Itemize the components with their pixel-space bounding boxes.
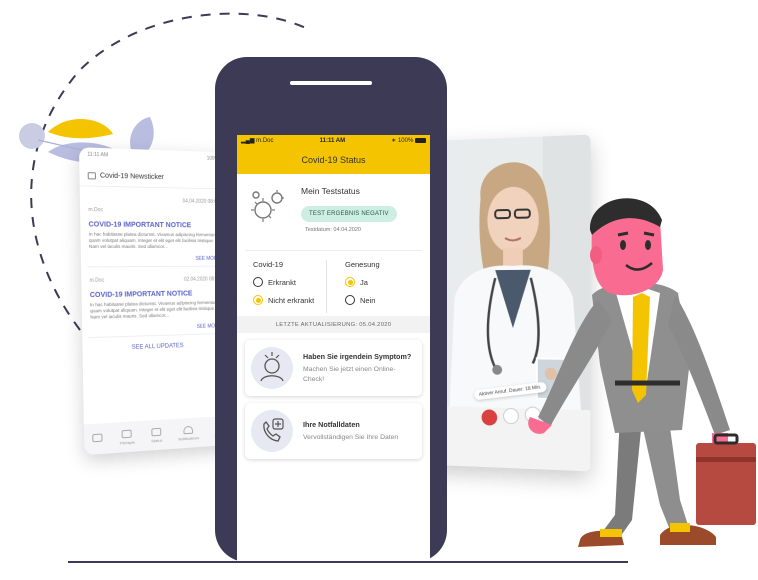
news-date: 04.04.2020 bbox=[182, 198, 207, 205]
tab-therapie[interactable]: Therapie bbox=[119, 429, 135, 445]
news-headline[interactable]: COVID-19 IMPORTANT NOTICE bbox=[90, 290, 221, 299]
news-tab-bar: Therapie Status Notifications •••Mehr bbox=[83, 415, 231, 456]
businessman-illustration bbox=[528, 198, 756, 547]
bluetooth-icon: ∗ bbox=[391, 138, 398, 144]
see-all-updates-link[interactable]: SEE ALL UPDATES bbox=[82, 342, 229, 353]
cloud-icon bbox=[151, 427, 162, 436]
home-indicator bbox=[290, 512, 372, 516]
news-body: In hac habitasse platea dictumst. Vivamu… bbox=[89, 299, 219, 320]
card-title: Haben Sie irgendein Symptom? bbox=[303, 351, 412, 361]
chat-icon[interactable] bbox=[503, 407, 519, 425]
battery-label: ∗ 100% bbox=[391, 137, 426, 144]
app-header: Covid-19 Status bbox=[237, 146, 430, 174]
news-body: In hac habitasse platea dictumst. Vivamu… bbox=[88, 231, 217, 249]
covid-column: Covid-19 Erkrankt Nicht erkrankt bbox=[253, 260, 326, 313]
news-title: Covid-19 Newsticker bbox=[99, 172, 164, 182]
card-text: Haben Sie irgendein Symptom? Machen Sie … bbox=[303, 352, 416, 385]
card-subtitle: Machen Sie jetzt einen Online-Check! bbox=[303, 365, 396, 383]
see-more-link[interactable]: SEE MORE bbox=[90, 323, 222, 333]
symptom-check-card[interactable]: Haben Sie irgendein Symptom? Machen Sie … bbox=[245, 340, 422, 396]
radio-label: Ja bbox=[360, 277, 368, 287]
newspaper-icon bbox=[87, 172, 96, 180]
news-date: 02.04.2020 bbox=[183, 276, 208, 283]
test-status-title: Mein Teststatus bbox=[301, 186, 360, 196]
battery-icon bbox=[414, 137, 426, 143]
news-meta: m.Doc 02.04.2020 08:38 bbox=[90, 276, 221, 283]
news-meta: 04.04.2020 08:08 bbox=[88, 197, 219, 205]
carrier-label: ▂▄▆ m.Doc bbox=[241, 138, 274, 144]
card-title: Ihre Notfalldaten bbox=[303, 419, 360, 429]
phone-speaker bbox=[290, 81, 372, 85]
emergency-data-card[interactable]: Ihre Notfalldaten Vervollständigen Sie I… bbox=[245, 403, 422, 459]
news-status-time: 11:11 AM bbox=[87, 151, 109, 159]
recovery-column: Genesung Ja Nein bbox=[326, 260, 418, 313]
bell-icon bbox=[183, 425, 194, 434]
main-phone: ▂▄▆ m.Doc 11:11 AM ∗ 100% Covid-19 Statu… bbox=[215, 57, 447, 562]
calendar-icon bbox=[122, 429, 133, 438]
radio-button[interactable] bbox=[345, 295, 355, 305]
card-subtitle: Vervollständigen Sie Ihre Daten bbox=[303, 433, 399, 441]
covid-title: Covid-19 bbox=[253, 260, 284, 269]
phone-medical-icon bbox=[251, 410, 293, 452]
tab-status[interactable]: Status bbox=[151, 427, 162, 443]
test-info: Mein Teststatus TEST ERGEBNIS NEGATIV Te… bbox=[301, 186, 420, 242]
tab-notifications[interactable]: Notifications bbox=[178, 425, 199, 441]
radio-erkrankt[interactable]: Erkrankt bbox=[253, 277, 326, 287]
news-source: m.Doc bbox=[89, 277, 105, 284]
radio-label: Erkrankt bbox=[268, 277, 296, 287]
news-item[interactable]: m.Doc 02.04.2020 08:38 COVID-19 IMPORTAN… bbox=[87, 272, 224, 339]
radio-nein[interactable]: Nein bbox=[345, 295, 418, 305]
tab-home[interactable] bbox=[92, 433, 103, 444]
status-time: 11:11 AM bbox=[319, 137, 346, 144]
see-more-link[interactable]: SEE MORE bbox=[89, 256, 220, 262]
test-result-badge: TEST ERGEBNIS NEGATIV bbox=[301, 206, 397, 222]
symptom-head-icon bbox=[251, 347, 293, 389]
radio-label: Nicht erkrankt bbox=[268, 295, 315, 305]
status-bar: ▂▄▆ m.Doc 11:11 AM ∗ 100% bbox=[237, 135, 430, 146]
radio-ja[interactable]: Ja bbox=[345, 277, 418, 287]
test-date: Testdatum: 04.04.2020 bbox=[305, 227, 361, 233]
signal-icon: ▂▄▆ bbox=[241, 138, 257, 144]
recovery-title: Genesung bbox=[345, 260, 380, 269]
news-headline[interactable]: COVID-19 IMPORTANT NOTICE bbox=[89, 221, 220, 229]
layers-icon bbox=[92, 433, 103, 443]
virus-icon bbox=[251, 190, 284, 222]
radio-button[interactable] bbox=[253, 277, 263, 287]
card-text: Ihre Notfalldaten Vervollständigen Sie I… bbox=[303, 420, 398, 443]
status-options: Covid-19 Erkrankt Nicht erkrankt Genesun… bbox=[237, 251, 430, 313]
news-source: m.Doc bbox=[88, 206, 104, 214]
radio-button-selected[interactable] bbox=[345, 277, 355, 287]
radio-label: Nein bbox=[360, 295, 376, 305]
last-update-bar: LETZTE AKTUALISIERUNG: 05.04.2020 bbox=[237, 316, 430, 333]
news-phone-screen: 11:11 AM 100% Covid-19 Newsticker 04.04.… bbox=[78, 147, 231, 456]
test-status-section: Mein Teststatus TEST ERGEBNIS NEGATIV Te… bbox=[237, 174, 430, 250]
news-item[interactable]: 04.04.2020 08:08 m.Doc COVID-19 IMPORTAN… bbox=[85, 192, 223, 268]
news-header: Covid-19 Newsticker bbox=[79, 157, 227, 190]
radio-nicht-erkrankt[interactable]: Nicht erkrankt bbox=[253, 295, 326, 305]
radio-button-selected[interactable] bbox=[253, 295, 263, 305]
covid-status-screen: ▂▄▆ m.Doc 11:11 AM ∗ 100% Covid-19 Statu… bbox=[237, 135, 430, 562]
end-call-icon[interactable] bbox=[481, 409, 498, 426]
page-title: Covid-19 Status bbox=[301, 155, 366, 165]
